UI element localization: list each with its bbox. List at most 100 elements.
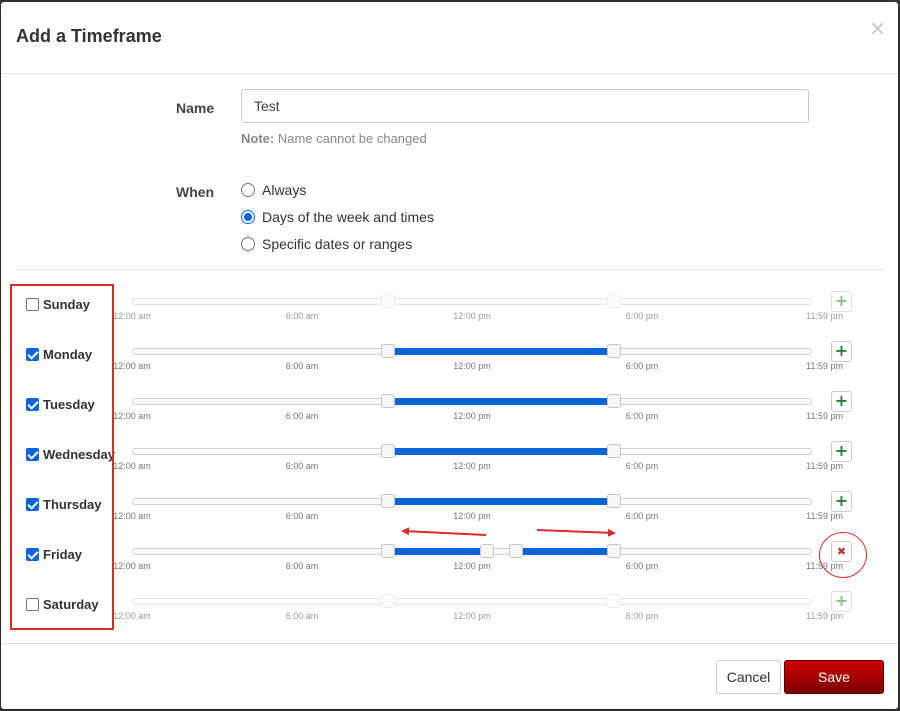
tick-label: 12:00 am: [113, 511, 151, 521]
tick-label: 11:59 pm: [806, 461, 843, 471]
add-range-button[interactable]: +: [831, 441, 852, 462]
name-input[interactable]: [241, 89, 809, 123]
slider-handle-start[interactable]: [381, 544, 395, 558]
slider-handle-end[interactable]: [479, 544, 494, 558]
slider-handle-start[interactable]: [381, 294, 395, 308]
tick-label: 12:00 pm: [453, 611, 491, 621]
day-label-text: Friday: [43, 547, 83, 562]
checkbox[interactable]: [26, 348, 39, 361]
day-checkbox-4[interactable]: Wednesday: [26, 447, 115, 462]
tick-label: 6:00 pm: [625, 311, 659, 321]
tick-label: 11:59 pm: [806, 361, 843, 371]
slider-handle-end[interactable]: [607, 544, 622, 558]
close-icon[interactable]: ×: [869, 16, 886, 40]
radio-button[interactable]: [241, 237, 255, 251]
remove-range-button[interactable]: ✖: [831, 541, 852, 562]
name-label: Name: [176, 100, 215, 116]
add-range-button[interactable]: +: [831, 291, 852, 312]
slider-handle-start[interactable]: [381, 344, 395, 358]
time-slider[interactable]: [132, 344, 812, 358]
tick-label: 11:59 pm: [806, 311, 843, 321]
tick-label: 11:59 pm: [806, 511, 843, 521]
day-checkbox-2[interactable]: Monday: [26, 347, 92, 362]
day-checkbox-1[interactable]: Sunday: [26, 297, 90, 312]
arrow-left: [401, 527, 487, 536]
tick-label: 6:00 pm: [625, 611, 659, 621]
time-slider[interactable]: [132, 294, 812, 308]
modal-footer: Cancel Save: [1, 643, 898, 709]
divider: [16, 269, 884, 270]
slider-handle-start[interactable]: [381, 394, 395, 408]
radio-label: Days of the week and times: [262, 209, 434, 225]
tick-label: 12:00 am: [113, 361, 151, 371]
radio-button[interactable]: [241, 210, 255, 224]
modal-header: Add a Timeframe ×: [1, 2, 898, 74]
slider-handle-start[interactable]: [381, 444, 395, 458]
selected-range: [388, 448, 615, 455]
tick-label: 12:00 am: [113, 311, 151, 321]
add-range-button[interactable]: +: [831, 391, 852, 412]
add-range-button[interactable]: +: [831, 491, 852, 512]
add-range-button[interactable]: +: [831, 591, 852, 612]
slider-handle-end[interactable]: [607, 444, 622, 458]
day-label-text: Thursday: [43, 497, 102, 512]
checkbox[interactable]: [26, 548, 39, 561]
time-slider[interactable]: [132, 394, 812, 408]
tick-label: 12:00 pm: [453, 361, 491, 371]
slider-handle-end[interactable]: [607, 394, 622, 408]
tick-label: 6:00 am: [285, 511, 319, 521]
slider-handle-start[interactable]: [508, 544, 523, 558]
slider-handle-start[interactable]: [381, 594, 395, 608]
checkbox[interactable]: [26, 598, 39, 611]
selected-range: [388, 398, 615, 405]
slider-handle-start[interactable]: [381, 494, 395, 508]
tick-label: 12:00 am: [113, 611, 151, 621]
tick-label: 6:00 pm: [625, 411, 659, 421]
checkbox[interactable]: [26, 398, 39, 411]
time-slider[interactable]: [132, 544, 812, 558]
note-prefix: Note:: [241, 131, 275, 146]
day-label-text: Saturday: [43, 597, 99, 612]
cancel-button[interactable]: Cancel: [716, 660, 781, 694]
tick-label: 12:00 pm: [453, 411, 491, 421]
selected-range: [515, 548, 615, 555]
when-option-2[interactable]: Days of the week and times: [241, 209, 434, 225]
day-checkbox-7[interactable]: Saturday: [26, 597, 99, 612]
slider-handle-end[interactable]: [607, 494, 622, 508]
add-timeframe-modal: Add a Timeframe × Name Note: Name cannot…: [1, 2, 898, 709]
day-checkbox-3[interactable]: Tuesday: [26, 397, 95, 412]
checkbox[interactable]: [26, 448, 39, 461]
selected-range: [388, 348, 615, 355]
tick-label: 6:00 pm: [625, 511, 659, 521]
tick-label: 6:00 am: [285, 361, 319, 371]
radio-label: Always: [262, 182, 307, 198]
time-slider[interactable]: [132, 494, 812, 508]
slider-handle-end[interactable]: [607, 594, 622, 608]
tick-label: 12:00 am: [113, 411, 151, 421]
when-option-1[interactable]: Always: [241, 182, 306, 198]
slider-handle-end[interactable]: [607, 344, 622, 358]
radio-label: Specific dates or ranges: [262, 236, 413, 252]
day-checkbox-5[interactable]: Thursday: [26, 497, 102, 512]
tick-label: 12:00 am: [113, 461, 151, 471]
tick-label: 12:00 pm: [453, 461, 491, 471]
note-text: Name cannot be changed: [274, 131, 427, 146]
modal-title: Add a Timeframe: [16, 26, 162, 46]
tick-label: 11:59 pm: [806, 561, 843, 571]
checkbox[interactable]: [26, 298, 39, 311]
name-note: Note: Name cannot be changed: [241, 131, 427, 146]
time-slider[interactable]: [132, 594, 812, 608]
when-label: When: [176, 184, 215, 200]
tick-label: 12:00 pm: [453, 311, 491, 321]
save-button[interactable]: Save: [784, 660, 884, 694]
add-range-button[interactable]: +: [831, 341, 852, 362]
day-label-text: Wednesday: [43, 447, 116, 462]
when-option-3[interactable]: Specific dates or ranges: [241, 236, 412, 252]
checkbox[interactable]: [26, 498, 39, 511]
day-checkbox-6[interactable]: Friday: [26, 547, 82, 562]
time-slider[interactable]: [132, 444, 812, 458]
slider-handle-end[interactable]: [607, 294, 622, 308]
tick-label: 11:59 pm: [806, 411, 843, 421]
radio-button[interactable]: [241, 183, 255, 197]
tick-label: 12:00 pm: [453, 561, 491, 571]
